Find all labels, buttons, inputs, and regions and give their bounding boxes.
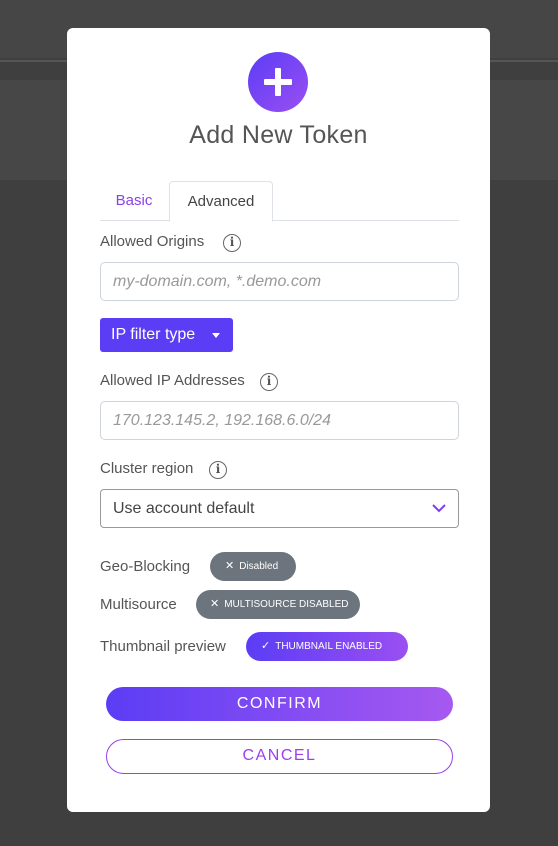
- plus-icon: [248, 52, 308, 112]
- confirm-button[interactable]: CONFIRM: [106, 687, 453, 721]
- ip-filter-type-label: IP filter type: [111, 326, 196, 343]
- cluster-region-select[interactable]: Use account default: [100, 489, 459, 528]
- cluster-region-label: Cluster region: [100, 460, 194, 477]
- info-icon[interactable]: i: [223, 234, 241, 252]
- tab-bar: Basic Advanced: [100, 181, 459, 222]
- check-icon: ✓: [261, 640, 271, 652]
- cluster-region-value: Use account default: [113, 500, 255, 517]
- chevron-down-icon: [432, 504, 446, 513]
- allowed-ips-input[interactable]: [100, 401, 459, 440]
- caret-down-icon: [212, 333, 220, 338]
- add-token-modal: Add New Token Basic Advanced Allowed Ori…: [67, 28, 490, 812]
- info-icon[interactable]: i: [260, 373, 278, 391]
- ip-filter-type-button[interactable]: IP filter type: [100, 318, 233, 352]
- thumbnail-preview-toggle[interactable]: ✓ THUMBNAIL ENABLED: [246, 632, 408, 661]
- allowed-origins-label: Allowed Origins: [100, 233, 205, 250]
- thumbnail-state: THUMBNAIL ENABLED: [275, 641, 383, 652]
- info-icon[interactable]: i: [209, 461, 227, 479]
- tab-advanced[interactable]: Advanced: [169, 181, 273, 222]
- thumbnail-preview-label: Thumbnail preview: [100, 638, 226, 655]
- allowed-origins-input[interactable]: [100, 262, 459, 301]
- geo-blocking-label: Geo-Blocking: [100, 558, 191, 575]
- multisource-label: Multisource: [100, 596, 177, 613]
- geo-blocking-toggle[interactable]: ✕ Disabled: [210, 552, 296, 581]
- multisource-state: MULTISOURCE DISABLED: [224, 599, 349, 610]
- tab-basic[interactable]: Basic: [100, 181, 168, 221]
- cancel-button[interactable]: CANCEL: [106, 739, 453, 774]
- multisource-toggle[interactable]: ✕ MULTISOURCE DISABLED: [196, 590, 360, 619]
- allowed-ips-label: Allowed IP Addresses: [100, 372, 245, 389]
- x-icon: ✕: [210, 598, 220, 610]
- x-icon: ✕: [225, 560, 235, 572]
- geo-blocking-state: Disabled: [239, 561, 279, 572]
- modal-title: Add New Token: [189, 121, 368, 149]
